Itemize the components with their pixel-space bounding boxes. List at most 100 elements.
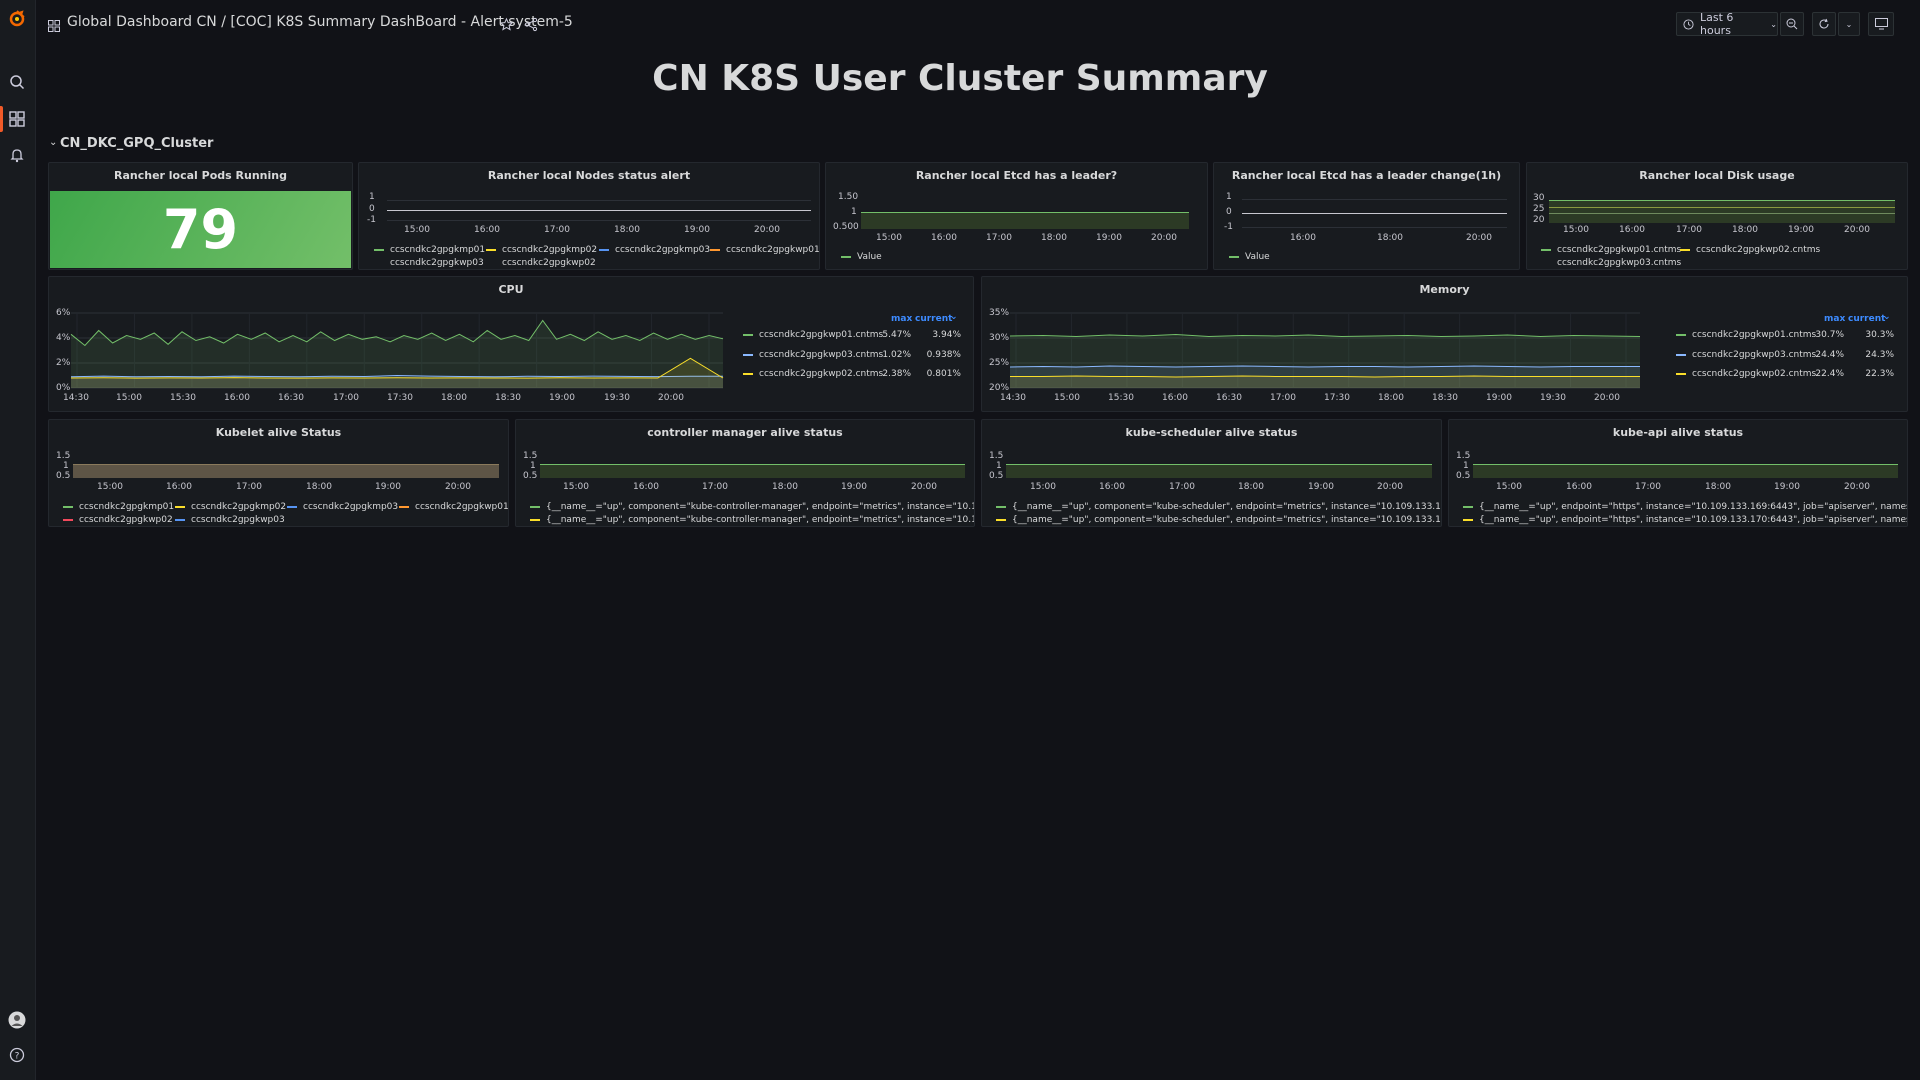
legend-item[interactable]: Value (841, 252, 882, 262)
series-line (1549, 200, 1895, 201)
panel-title: controller manager alive status (647, 426, 843, 439)
legend-item[interactable]: ccscndkc2gpgkwp01 (399, 502, 508, 512)
y-tick: 0 (1226, 207, 1232, 217)
legend-label: ccscndkc2gpgkwp01.cntms (1692, 330, 1817, 340)
zoom-out-icon (1786, 18, 1798, 30)
panel-memory[interactable]: Memory 35% 30% 25% 20% 14:30 15:00 15:30… (981, 276, 1908, 412)
series-area-3 (1010, 376, 1640, 388)
legend-sort-current[interactable]: current (1848, 314, 1885, 324)
panel-cpu[interactable]: CPU 6% 4% 2% 0% 14:30 15:00 15:30 16:00 … (48, 276, 974, 412)
panel-kube-api-alive[interactable]: kube-api alive status 1.5 1 0.5 15:00 16… (1448, 419, 1908, 527)
legend-item[interactable]: ccscndkc2gpgkmp03 (287, 502, 398, 512)
help-icon[interactable]: ? (6, 1044, 28, 1066)
legend-item[interactable]: {__name__="up", component="kube-schedule… (996, 502, 1441, 512)
series-line (73, 464, 499, 465)
y-tick: 2% (56, 358, 71, 368)
legend-max: 24.4% (1815, 350, 1844, 360)
x-tick: 16:00 (474, 225, 500, 235)
legend-item[interactable]: ccscndkc2gpgkmp02 (486, 245, 597, 255)
legend-item[interactable]: ccscndkc2gpgkwp01.cntms (1676, 330, 1816, 340)
panel-pods-running[interactable]: Rancher local Pods Running 79 (48, 162, 353, 270)
refresh-button[interactable] (1812, 12, 1836, 36)
time-range-picker[interactable]: Last 6 hours ⌄ (1676, 11, 1778, 37)
alerting-bell-icon[interactable] (6, 144, 28, 166)
panel-title: Rancher local Etcd has a leader change(1… (1231, 169, 1502, 182)
y-tick: -1 (1224, 222, 1233, 232)
legend-item[interactable]: ccscndkc2gpgkmp03 (599, 245, 710, 255)
y-tick: 1 (63, 461, 69, 471)
clock-icon (1683, 18, 1694, 30)
zoom-out-button[interactable] (1780, 12, 1804, 36)
legend-label: ccscndkc2gpgkwp01.cntms (1557, 245, 1682, 255)
legend-item[interactable]: ccscndkc2gpgkwp02.cntms (1680, 245, 1820, 255)
legend-sort-current[interactable]: current (915, 314, 952, 324)
legend-item[interactable]: ccscndkc2gpgkwp03.cntms (743, 350, 883, 360)
legend-item[interactable]: Value (1229, 252, 1270, 262)
panel-nodes-status[interactable]: Rancher local Nodes status alert 1 0 -1 … (358, 162, 820, 270)
legend-label: {__name__="up", endpoint="https", instan… (1479, 515, 1907, 525)
refresh-interval-dropdown[interactable]: ⌄ (1838, 12, 1860, 36)
legend-item[interactable]: ccscndkc2gpgkwp03.cntms (1676, 350, 1816, 360)
share-icon[interactable] (524, 16, 538, 35)
grafana-logo-icon[interactable] (6, 7, 28, 29)
legend-item[interactable]: ccscndkc2gpgkmp01 (63, 502, 174, 512)
row-collapse-chevron-icon[interactable]: ⌄ (49, 137, 57, 148)
star-icon[interactable] (499, 16, 514, 35)
legend-item[interactable]: ccscndkc2gpgkwp02.cntms (1676, 369, 1816, 379)
user-avatar-icon[interactable] (6, 1009, 28, 1031)
y-tick: 4% (56, 333, 71, 343)
legend-label: ccscndkc2gpgkwp01 (726, 245, 820, 255)
legend-item[interactable]: ccscndkc2gpgkwp01.cntms (743, 330, 883, 340)
y-tick: 0.5 (989, 471, 1004, 481)
legend-label: Value (1245, 252, 1270, 262)
legend-item[interactable]: ccscndkc2gpgkwp03.cntms (1557, 258, 1681, 268)
legend-item[interactable]: {__name__="up", component="kube-controll… (530, 515, 974, 525)
legend-item[interactable]: ccscndkc2gpgkwp01 (710, 245, 820, 255)
legend-sort-max[interactable]: max (891, 314, 912, 324)
legend-item[interactable]: ccscndkc2gpgkwp02 (63, 515, 173, 525)
y-tick: 1 (996, 461, 1002, 471)
monitor-icon (1874, 18, 1888, 30)
x-tick: 18:00 (1705, 482, 1731, 492)
legend-item[interactable]: ccscndkc2gpgkwp02 (502, 258, 596, 268)
legend-item[interactable]: ccscndkc2gpgkmp01 (374, 245, 485, 255)
row-title[interactable]: CN_DKC_GPQ_Cluster (60, 136, 213, 151)
y-tick: -1 (367, 215, 376, 225)
x-tick: 15:30 (1108, 393, 1134, 403)
panel-etcd-leader[interactable]: Rancher local Etcd has a leader? 1.50 1 … (825, 162, 1208, 270)
x-tick: 20:00 (445, 482, 471, 492)
legend-label: ccscndkc2gpgkmp02 (502, 245, 598, 255)
y-tick: 35% (989, 308, 1010, 318)
x-tick: 17:00 (986, 233, 1012, 243)
x-tick: 20:00 (1151, 233, 1177, 243)
breadcrumb-folder[interactable]: Global Dashboard CN (67, 14, 217, 30)
series-area-fill (1473, 464, 1898, 478)
x-tick: 17:00 (544, 225, 570, 235)
series-line (1473, 464, 1898, 465)
y-tick: 1.5 (989, 451, 1004, 461)
breadcrumb-dashboard[interactable]: [COC] K8S Summary DashBoard - Alert syst… (230, 14, 572, 30)
dashboards-icon[interactable] (6, 108, 28, 130)
legend-sort-max[interactable]: max (1824, 314, 1845, 324)
dashboard-title: CN K8S User Cluster Summary (652, 58, 1268, 99)
legend-item[interactable]: ccscndkc2gpgkwp01.cntms (1541, 245, 1681, 255)
x-tick: 19:00 (1096, 233, 1122, 243)
panel-etcd-leader-change[interactable]: Rancher local Etcd has a leader change(1… (1213, 162, 1520, 270)
legend-item[interactable]: ccscndkc2gpgkwp02.cntms (743, 369, 883, 379)
tv-mode-button[interactable] (1868, 12, 1894, 36)
x-tick: 16:00 (1619, 225, 1645, 235)
legend-item[interactable]: ccscndkc2gpgkwp03 (390, 258, 484, 268)
legend-item[interactable]: ccscndkc2gpgkmp02 (175, 502, 286, 512)
panel-controller-manager-alive[interactable]: controller manager alive status 1.5 1 0.… (515, 419, 975, 527)
panel-kube-scheduler-alive[interactable]: kube-scheduler alive status 1.5 1 0.5 15… (981, 419, 1442, 527)
panel-kubelet-alive[interactable]: Kubelet alive Status 1.5 1 0.5 15:00 16:… (48, 419, 509, 527)
legend-item[interactable]: {__name__="up", endpoint="https", instan… (1463, 515, 1907, 525)
legend-item[interactable]: {__name__="up", component="kube-schedule… (996, 515, 1441, 525)
legend-item[interactable]: {__name__="up", endpoint="https", instan… (1463, 502, 1907, 512)
panel-disk-usage[interactable]: Rancher local Disk usage 30 25 20 15:00 … (1526, 162, 1908, 270)
chevron-down-icon: ⌄ (1883, 312, 1891, 322)
legend-item[interactable]: ccscndkc2gpgkwp03 (175, 515, 285, 525)
x-tick: 16:00 (1290, 233, 1316, 243)
panel-title: Kubelet alive Status (215, 426, 342, 439)
legend-item[interactable]: {__name__="up", component="kube-controll… (530, 502, 974, 512)
